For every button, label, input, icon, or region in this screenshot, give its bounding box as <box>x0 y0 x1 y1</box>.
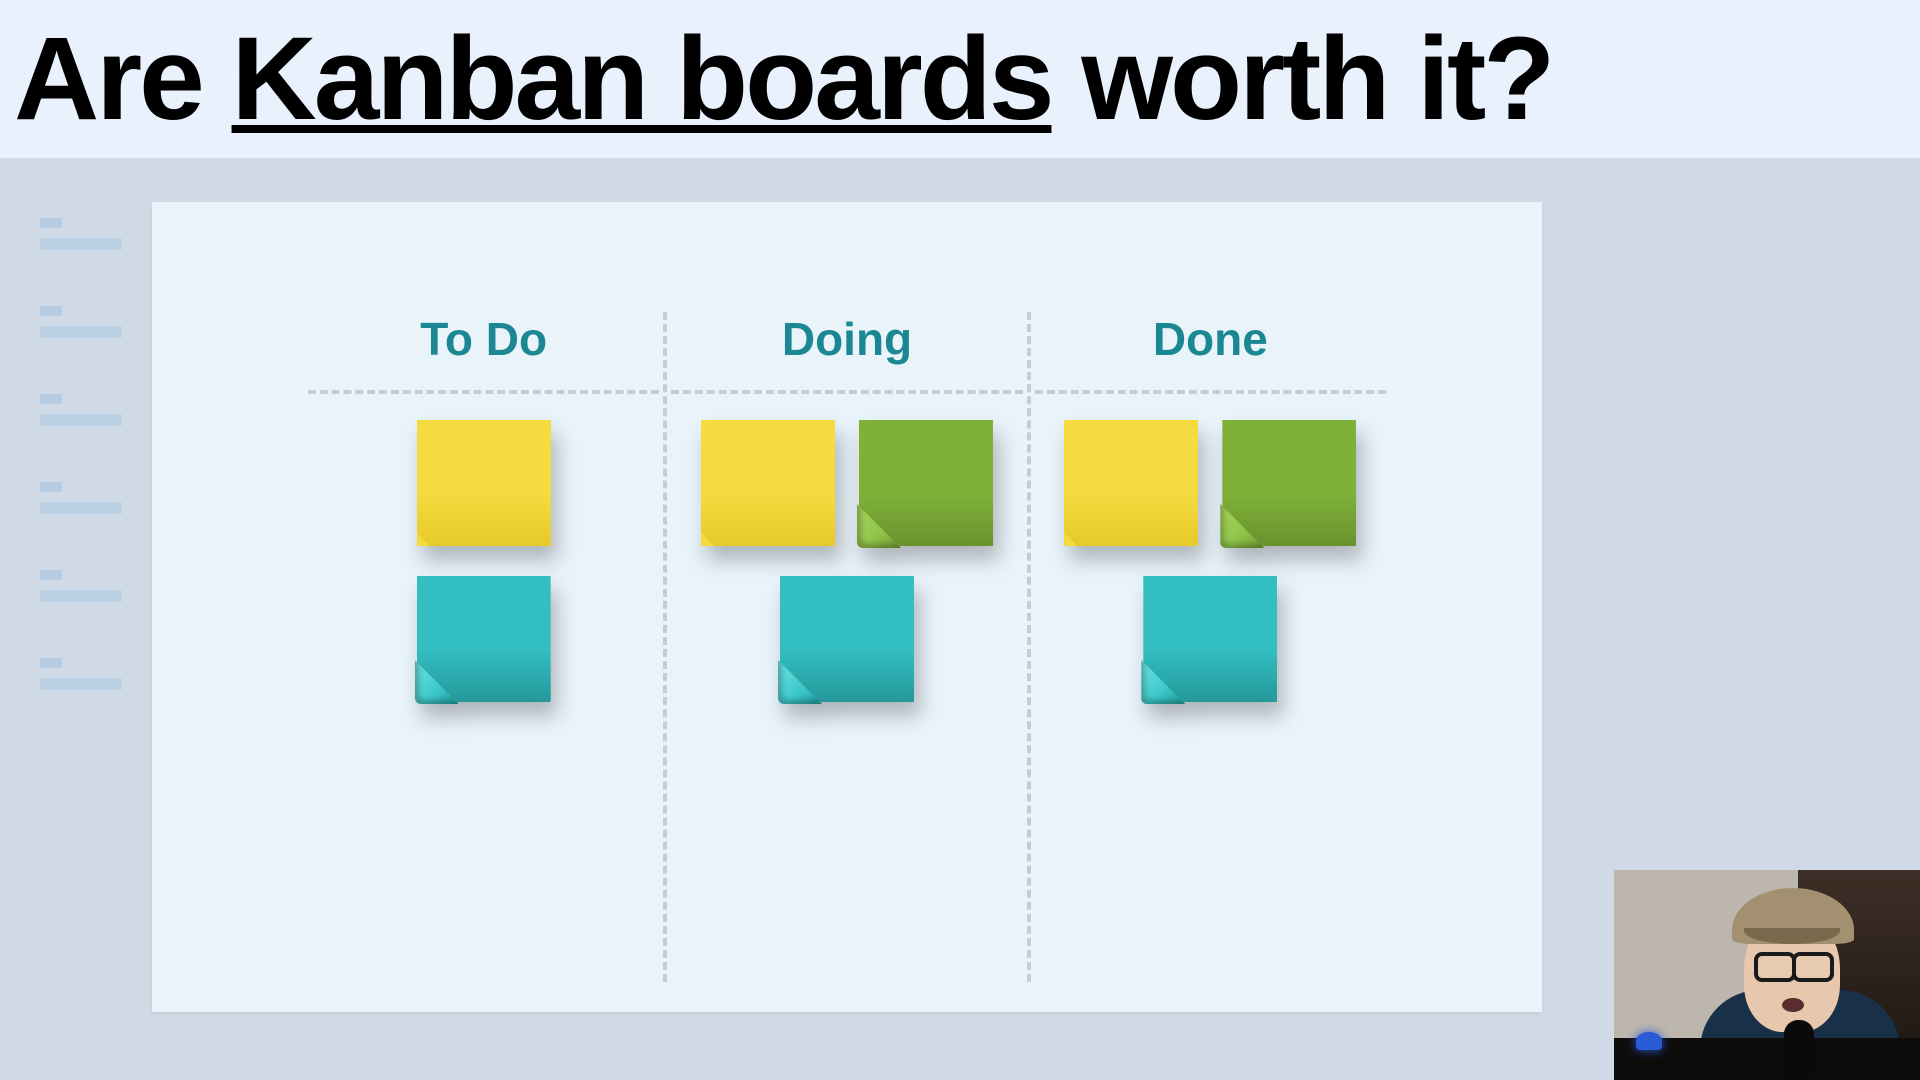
column-header: To Do <box>302 312 665 390</box>
sidebar-placeholder-item <box>40 482 130 514</box>
kanban-column-todo: To Do <box>302 312 665 702</box>
sidebar-placeholder-item <box>40 394 130 426</box>
sidebar-placeholder-item <box>40 658 130 690</box>
kanban-board: To Do Doing <box>152 202 1542 1012</box>
presenter-webcam <box>1614 870 1920 1080</box>
sticky-note[interactable] <box>780 576 914 702</box>
kanban-column-doing: Doing <box>665 312 1028 702</box>
title-pre: Are <box>14 13 232 145</box>
sticky-note[interactable] <box>417 576 551 702</box>
microphone-icon <box>1784 1020 1814 1080</box>
lamp-icon <box>1636 1032 1662 1050</box>
column-notes <box>665 394 1028 702</box>
sticky-note[interactable] <box>859 420 993 546</box>
sticky-note[interactable] <box>1222 420 1356 546</box>
stage: To Do Doing <box>0 158 1920 1080</box>
sidebar-placeholder-item <box>40 570 130 602</box>
kanban-columns: To Do Doing <box>302 312 1392 702</box>
column-header: Done <box>1029 312 1392 390</box>
title-post: worth it? <box>1051 13 1552 145</box>
column-separator <box>663 312 667 982</box>
title-bar: Are Kanban boards worth it? <box>0 0 1920 158</box>
sticky-note[interactable] <box>417 420 551 546</box>
kanban-column-done: Done <box>1029 312 1392 702</box>
sidebar-placeholder-item <box>40 218 130 250</box>
column-notes <box>1029 394 1392 702</box>
sticky-note[interactable] <box>701 420 835 546</box>
sticky-note[interactable] <box>1064 420 1198 546</box>
column-notes <box>302 394 665 702</box>
column-header: Doing <box>665 312 1028 390</box>
sidebar-placeholder <box>40 218 130 690</box>
sidebar-placeholder-item <box>40 306 130 338</box>
sticky-note[interactable] <box>1143 576 1277 702</box>
title-emphasis: Kanban boards <box>232 13 1052 145</box>
page-title: Are Kanban boards worth it? <box>14 11 1552 147</box>
